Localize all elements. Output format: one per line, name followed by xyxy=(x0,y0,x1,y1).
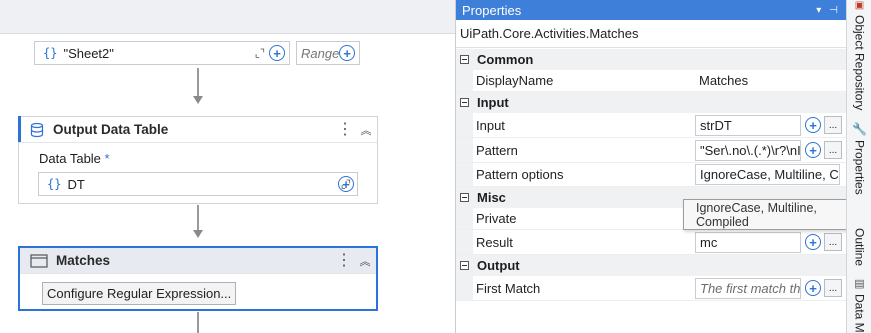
property-value[interactable]: Matches xyxy=(693,70,846,91)
add-variable-icon[interactable]: + xyxy=(805,234,821,250)
input-value-box[interactable]: strDT xyxy=(695,114,801,136)
property-name: First Match xyxy=(476,280,541,296)
ellipsis-button[interactable]: ... xyxy=(824,233,842,251)
category-input[interactable]: Input xyxy=(456,92,846,113)
tab-label: Properties xyxy=(852,140,867,195)
collapse-square-icon[interactable] xyxy=(460,98,469,107)
ellipsis-button[interactable]: ... xyxy=(824,141,842,159)
category-label: Misc xyxy=(477,190,506,205)
tab-properties[interactable]: 🔧 Properties xyxy=(847,122,871,195)
tab-object-repository[interactable]: ▣ Object Repository xyxy=(847,0,871,110)
dropdown-selected-value: IgnoreCase, Multiline, C xyxy=(700,167,839,182)
ellipsis-button[interactable]: ... xyxy=(824,116,842,134)
dropdown-icon[interactable]: ▾ xyxy=(816,5,821,16)
category-label: Output xyxy=(477,258,520,273)
flow-arrow-icon xyxy=(193,96,203,104)
category-label: Common xyxy=(477,52,534,67)
property-name: Result xyxy=(476,234,513,250)
workflow-designer: {} "Sheet2" ⌞⌝ + Range + Output Data Tab… xyxy=(0,0,455,333)
add-variable-icon[interactable]: + xyxy=(805,142,821,158)
flow-connector xyxy=(197,205,199,230)
side-tool-tabs: ▣ Object Repository 🔧 Properties Outline… xyxy=(846,0,871,333)
expression-brace-icon: {} xyxy=(43,46,58,60)
data-table-field[interactable]: {} DT ⌞⌝ xyxy=(38,172,358,196)
data-table-value: DT xyxy=(67,176,85,192)
collapse-square-icon[interactable] xyxy=(460,193,469,202)
data-table-label-row: Data Table * xyxy=(39,151,110,166)
add-variable-icon[interactable]: + xyxy=(338,176,354,192)
properties-panel: Properties ▾ ⊣ UiPath.Core.Activities.Ma… xyxy=(455,0,846,333)
property-row-pattern-options[interactable]: Pattern options IgnoreCase, Multiline, C… xyxy=(456,163,846,187)
matches-activity[interactable]: Matches ⋮ ︽ Configure Regular Expression… xyxy=(18,246,378,311)
card-header[interactable]: Output Data Table ⋮ ︽ xyxy=(19,117,377,143)
expand-editor-icon[interactable]: ⌞⌝ xyxy=(255,47,265,60)
collapse-square-icon[interactable] xyxy=(460,55,469,64)
range-placeholder: Range xyxy=(301,45,340,61)
activity-window-icon xyxy=(30,253,48,268)
range-field[interactable]: Range + xyxy=(296,41,360,65)
more-options-icon[interactable]: ⋮ xyxy=(334,252,354,269)
property-row-displayname[interactable]: DisplayName Matches xyxy=(456,70,846,92)
expression-brace-icon: {} xyxy=(47,177,62,191)
wrench-icon: 🔧 xyxy=(852,122,867,136)
add-variable-icon[interactable]: + xyxy=(269,45,285,61)
ellipsis-button[interactable]: ... xyxy=(824,279,842,297)
collapse-icon[interactable]: ︽ xyxy=(354,253,376,269)
property-name: Private xyxy=(476,211,517,226)
data-table-label: Data Table xyxy=(39,151,101,166)
tab-label: Outline xyxy=(852,228,867,267)
activity-type-name: UiPath.Core.Activities.Matches xyxy=(456,20,846,48)
data-manager-icon: ▤ xyxy=(854,278,865,290)
sheet-name-value: "Sheet2" xyxy=(63,45,114,61)
object-repository-icon: ▣ xyxy=(854,0,865,11)
category-output[interactable]: Output xyxy=(456,255,846,276)
add-variable-icon[interactable]: + xyxy=(339,45,355,61)
pattern-options-tooltip: IgnoreCase, Multiline, Compiled xyxy=(683,199,871,230)
pattern-options-dropdown[interactable]: IgnoreCase, Multiline, C ⌄ xyxy=(695,164,840,185)
tab-label: Data M xyxy=(852,294,867,333)
required-marker: * xyxy=(104,151,110,166)
collapse-square-icon[interactable] xyxy=(460,261,469,270)
card-title: Output Data Table xyxy=(53,122,169,137)
card-accent xyxy=(18,116,21,142)
card-title: Matches xyxy=(56,253,111,268)
more-options-icon[interactable]: ⋮ xyxy=(335,121,355,138)
category-common[interactable]: Common xyxy=(456,49,846,70)
tab-outline[interactable]: Outline xyxy=(847,228,871,266)
property-name: Input xyxy=(476,117,505,133)
flow-connector xyxy=(197,68,199,96)
flow-arrow-icon xyxy=(193,230,203,238)
properties-title-bar: Properties ▾ ⊣ xyxy=(456,0,846,20)
sheet-name-field[interactable]: {} "Sheet2" ⌞⌝ + xyxy=(34,41,290,65)
property-name: Pattern options xyxy=(476,167,564,182)
pattern-value-box[interactable]: "Ser\.no\.(.*)\r?\nIr xyxy=(695,139,801,161)
card-header[interactable]: Matches ⋮ ︽ xyxy=(20,248,376,274)
result-value-box[interactable]: mc xyxy=(695,231,801,253)
property-row-input[interactable]: Input strDT + ... xyxy=(456,113,846,138)
panel-title: Properties xyxy=(462,2,522,18)
property-grid: Common DisplayName Matches Input Input s… xyxy=(456,49,846,301)
tab-data-manager[interactable]: ▤ Data M xyxy=(847,277,871,333)
category-label: Input xyxy=(477,95,509,110)
property-row-first-match[interactable]: First Match The first match tha + ... xyxy=(456,276,846,301)
chevron-down-icon[interactable]: ⌄ xyxy=(839,169,840,180)
data-table-icon xyxy=(30,122,44,137)
pin-icon[interactable]: ⊣ xyxy=(829,5,838,16)
designer-top-strip xyxy=(0,0,455,34)
property-name: Pattern xyxy=(476,142,518,158)
tab-label: Object Repository xyxy=(852,15,867,111)
first-match-value-box[interactable]: The first match tha xyxy=(695,277,801,299)
collapse-icon[interactable]: ︽ xyxy=(355,122,377,138)
add-variable-icon[interactable]: + xyxy=(805,280,821,296)
flow-connector xyxy=(197,312,199,333)
add-variable-icon[interactable]: + xyxy=(805,117,821,133)
property-row-pattern[interactable]: Pattern "Ser\.no\.(.*)\r?\nIr + ... xyxy=(456,138,846,163)
property-row-result[interactable]: Result mc + ... xyxy=(456,230,846,255)
property-name: DisplayName xyxy=(476,73,554,88)
configure-regex-button[interactable]: Configure Regular Expression... xyxy=(42,282,237,305)
